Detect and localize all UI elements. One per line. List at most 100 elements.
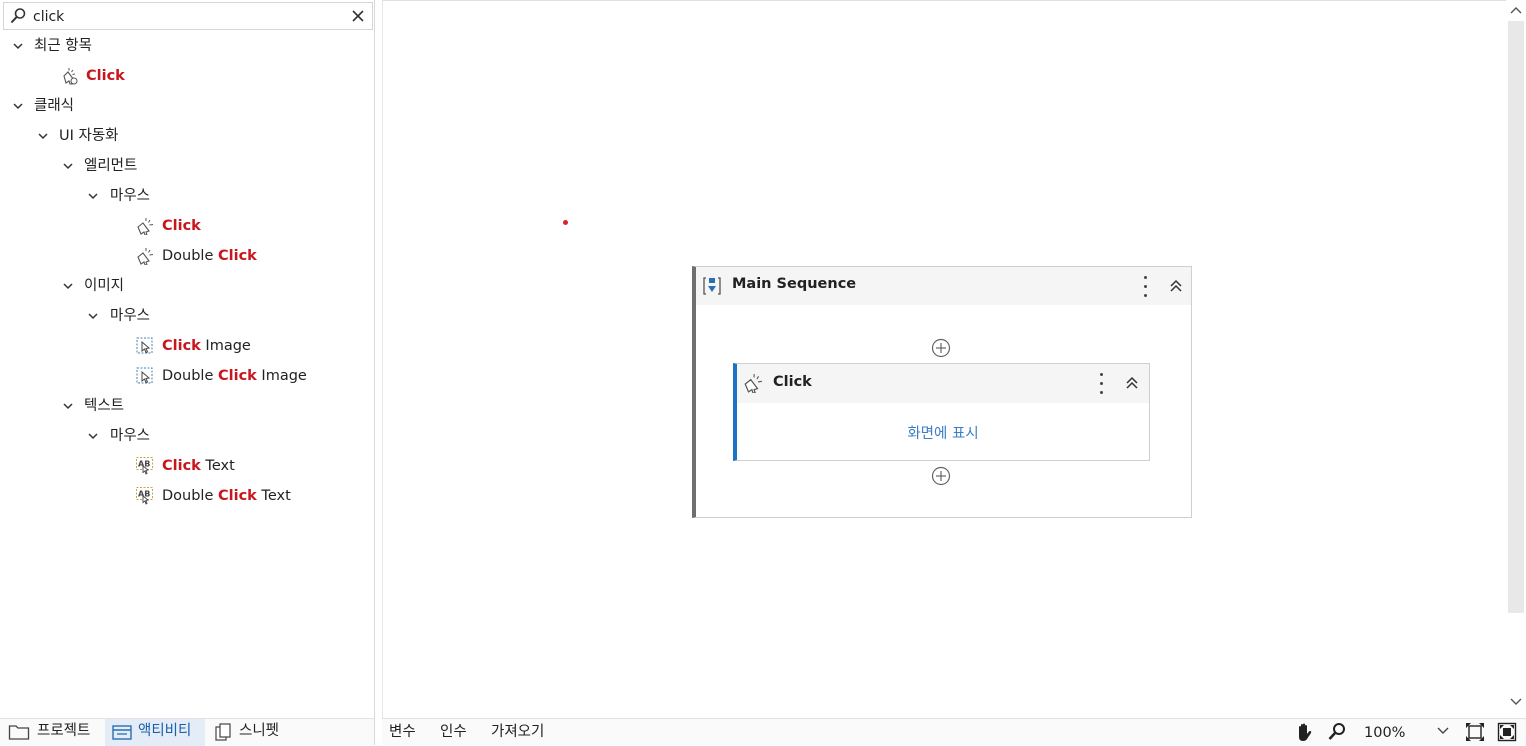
chevron-down-icon[interactable] [63, 402, 73, 410]
tree-node-image-mouse[interactable]: 마우스 [0, 301, 370, 331]
label-highlight: Click [162, 218, 201, 234]
click-icon [744, 374, 762, 393]
label-prefix: Double [162, 488, 218, 504]
chevron-down-icon[interactable] [88, 432, 98, 440]
item-label: Click Text [162, 451, 235, 481]
activity-header[interactable]: Click [737, 364, 1149, 403]
chevron-down-icon[interactable] [63, 162, 73, 170]
activity-title: Click [773, 374, 812, 390]
label-highlight: Click [218, 368, 257, 384]
tree-node-image[interactable]: 이미지 [0, 271, 370, 301]
scrollbar-thumb[interactable] [1508, 21, 1524, 613]
label-highlight: Click [218, 248, 257, 264]
clear-search-icon[interactable] [350, 8, 366, 24]
tree-node-element-mouse[interactable]: 마우스 [0, 181, 370, 211]
tree-item-click-image[interactable]: Click Image [0, 331, 370, 361]
search-icon [10, 8, 26, 24]
tree-node-label: UI 자동화 [59, 128, 119, 144]
tab-imports[interactable]: 가져오기 [491, 721, 544, 743]
tab-arguments[interactable]: 인수 [440, 721, 467, 743]
chevron-down-icon[interactable] [88, 312, 98, 320]
tree-item-double-click-text[interactable]: AB Double Click Text [0, 481, 370, 511]
designer-bottom-bar: 변수 인수 가져오기 100% [382, 718, 1526, 745]
click-activity-icon [137, 218, 154, 235]
label-highlight: Click [162, 338, 201, 354]
tree-node-text-mouse[interactable]: 마우스 [0, 421, 370, 451]
more-options-icon[interactable] [1144, 276, 1148, 298]
label-highlight: Click [218, 488, 257, 504]
label-suffix: Image [200, 338, 251, 354]
add-activity-icon[interactable] [931, 338, 951, 358]
tree-node-label: 마우스 [110, 188, 151, 204]
item-label: Double Click Image [162, 361, 307, 391]
chevron-down-icon[interactable] [88, 192, 98, 200]
tree-node-element[interactable]: 엘리먼트 [0, 151, 370, 181]
tree-item-recent-click[interactable]: Click [0, 61, 370, 91]
chevron-down-icon[interactable] [63, 282, 73, 290]
item-label: Double Click Text [162, 481, 291, 511]
search-box[interactable] [3, 2, 373, 30]
click-image-icon [136, 337, 153, 354]
click-activity-icon [63, 68, 78, 85]
vertical-scrollbar[interactable] [1506, 0, 1526, 718]
tree-node-ui-automation[interactable]: UI 자동화 [0, 121, 370, 151]
overview-icon[interactable] [1497, 722, 1517, 742]
click-text-icon: AB [136, 457, 153, 475]
red-marker-dot [563, 220, 568, 225]
sequence-icon [703, 277, 721, 295]
tab-label: 프로젝트 [37, 723, 91, 739]
click-image-icon [136, 367, 153, 384]
tree-item-double-click[interactable]: Double Click [0, 241, 370, 271]
tree-node-classic[interactable]: 클래식 [0, 91, 370, 121]
tree-node-label: 텍스트 [84, 398, 125, 414]
activities-icon [112, 725, 132, 740]
tree-item-double-click-image[interactable]: Double Click Image [0, 361, 370, 391]
add-activity-icon[interactable] [931, 466, 951, 486]
tree-item-click-text[interactable]: AB Click Text [0, 451, 370, 481]
more-options-icon[interactable] [1100, 373, 1104, 395]
click-activity-icon [137, 248, 154, 265]
label-suffix: Text [256, 488, 291, 504]
tree-node-recent[interactable]: 최근 항목 [0, 31, 370, 61]
tab-project[interactable]: 프로젝트 [0, 719, 102, 746]
tree-node-label: 최근 항목 [34, 38, 92, 54]
label-suffix: Text [200, 458, 235, 474]
tab-snippets[interactable]: 스니펫 [208, 719, 298, 746]
tab-label: 스니펫 [239, 723, 280, 739]
scroll-up-icon[interactable] [1510, 6, 1522, 16]
tree-node-text[interactable]: 텍스트 [0, 391, 370, 421]
sequence-header[interactable]: Main Sequence [696, 267, 1191, 305]
item-label: Click Image [162, 331, 251, 361]
fit-to-screen-icon[interactable] [1465, 722, 1485, 742]
click-activity-card[interactable]: Click 화면에 표시 [733, 363, 1150, 461]
zoom-search-icon[interactable] [1327, 722, 1347, 742]
search-input[interactable] [33, 6, 343, 28]
indicate-on-screen-link[interactable]: 화면에 표시 [737, 422, 1149, 443]
click-text-icon: AB [136, 487, 153, 505]
item-label: Double Click [162, 241, 257, 271]
chevron-down-icon[interactable] [1437, 726, 1449, 736]
collapse-icon[interactable] [1169, 279, 1183, 293]
left-panel-tabs: 프로젝트 액티비티 스니펫 [0, 718, 374, 746]
label-suffix: Image [256, 368, 307, 384]
tree-node-label: 클래식 [34, 98, 75, 114]
item-label: Click [162, 211, 201, 241]
collapse-icon[interactable] [1125, 376, 1139, 390]
zoom-level[interactable]: 100% [1364, 722, 1405, 744]
tab-label: 액티비티 [138, 723, 192, 739]
chevron-down-icon[interactable] [38, 132, 48, 140]
scroll-down-icon[interactable] [1510, 696, 1522, 706]
tree-node-label: 엘리먼트 [84, 158, 138, 174]
tab-variables[interactable]: 변수 [389, 721, 416, 743]
snippets-icon [215, 723, 231, 741]
chevron-down-icon[interactable] [13, 42, 23, 50]
activities-panel: 최근 항목 Click 클래식 UI 자동화 엘리먼트 마우스 [0, 0, 375, 746]
folder-icon [8, 725, 30, 740]
tab-activities[interactable]: 액티비티 [105, 719, 205, 746]
tree-node-label: 마우스 [110, 428, 151, 444]
tree-node-label: 이미지 [84, 278, 125, 294]
chevron-down-icon[interactable] [13, 102, 23, 110]
hand-pan-icon[interactable] [1294, 722, 1314, 742]
sequence-title: Main Sequence [732, 276, 857, 292]
tree-item-click[interactable]: Click [0, 211, 370, 241]
